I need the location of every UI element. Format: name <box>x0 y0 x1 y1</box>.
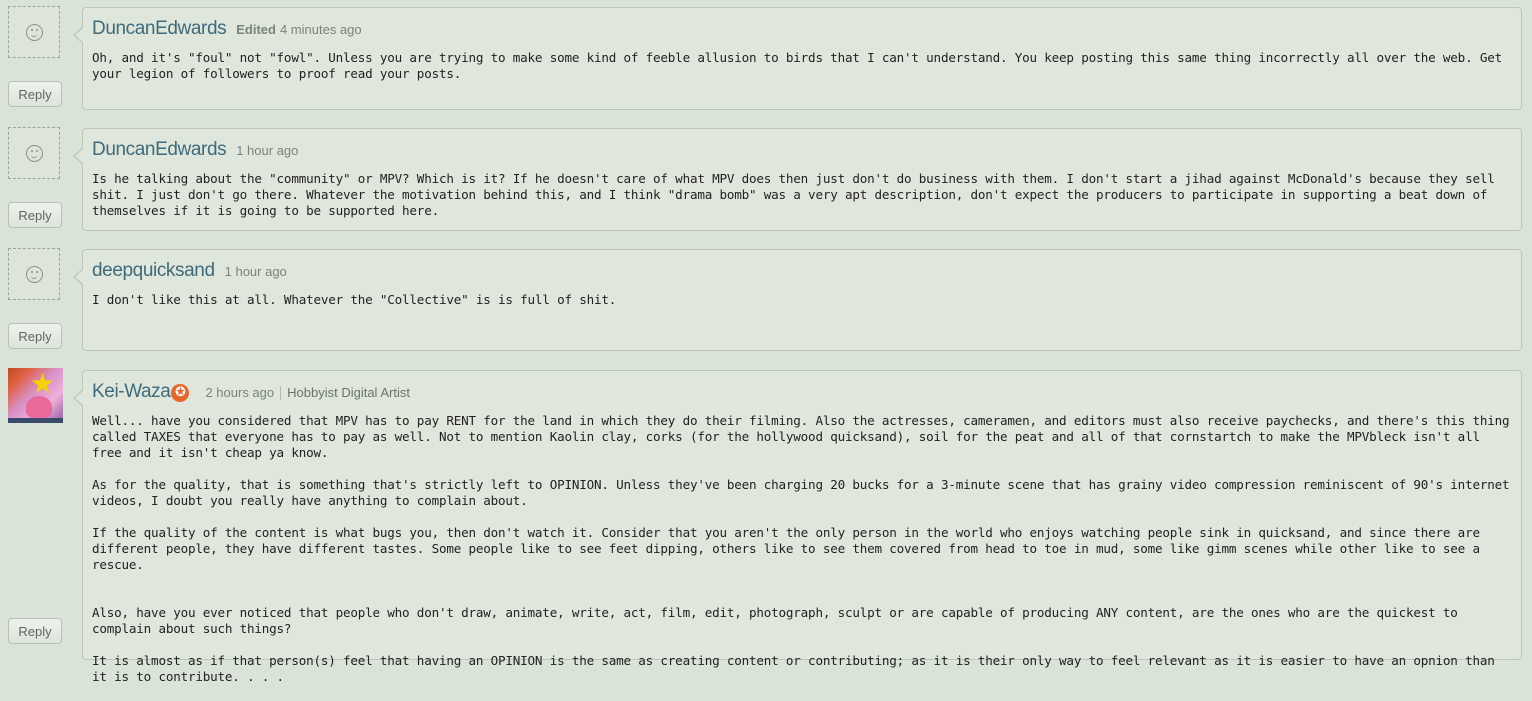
user-avatar[interactable]: ★ <box>8 368 63 423</box>
default-avatar[interactable] <box>8 248 60 300</box>
comment-body: I don't like this at all. Whatever the "… <box>92 292 1511 324</box>
comment-paragraph: As for the quality, that is something th… <box>92 477 1510 508</box>
username-link[interactable]: DuncanEdwards <box>92 139 227 160</box>
timestamp-link[interactable]: 2 hours ago <box>205 385 274 400</box>
timestamp-link[interactable]: 1 hour ago <box>236 143 298 158</box>
reply-button[interactable]: Reply <box>8 618 62 644</box>
hobbyist-badge-icon: ✪ <box>171 384 190 402</box>
comment-body: Is he talking about the "community" or M… <box>92 171 1511 235</box>
comment-bubble: Kei-Waza ✪ 2 hours ago Hobbyist Digital Art… <box>73 370 1522 684</box>
comment-paragraph: Oh, and it's "foul" not "fowl". Unless y… <box>92 50 1502 81</box>
edited-label: Edited <box>236 22 276 37</box>
default-avatar[interactable] <box>8 127 60 179</box>
smiley-face-icon <box>26 145 43 162</box>
comment-bubble: DuncanEdwards 1 hour ago Is he talking ab… <box>73 128 1522 231</box>
comment-bubble: DuncanEdwards Edited 4 minutes ago Oh, and… <box>73 7 1522 110</box>
comment-paragraph: Well... have you considered that MPV has… <box>92 413 1510 460</box>
comment-bubble: deepquicksand 1 hour ago I don't like thi… <box>73 249 1522 351</box>
default-avatar[interactable] <box>8 6 60 58</box>
timestamp-link[interactable]: 1 hour ago <box>225 264 287 279</box>
reply-button[interactable]: Reply <box>8 202 62 228</box>
comment-paragraph: If the quality of the content is what bu… <box>92 525 1480 572</box>
user-title: Hobbyist Digital Artist <box>287 385 410 400</box>
smiley-face-icon <box>26 266 43 283</box>
comment-paragraph: I don't like this at all. Whatever the "… <box>92 292 617 307</box>
divider <box>280 385 282 400</box>
comment-paragraph: Is he talking about the "community" or M… <box>92 171 1495 218</box>
reply-button[interactable]: Reply <box>8 81 62 107</box>
username-link[interactable]: deepquicksand <box>92 260 215 281</box>
star-icon: ★ <box>30 368 56 400</box>
comment-body: Oh, and it's "foul" not "fowl". Unless y… <box>92 50 1511 98</box>
comment-body: Well... have you considered that MPV has… <box>92 413 1511 701</box>
reply-button[interactable]: Reply <box>8 323 62 349</box>
timestamp-link[interactable]: 4 minutes ago <box>280 22 362 37</box>
smiley-face-icon <box>26 24 43 41</box>
username-link[interactable]: Kei-Waza <box>92 381 171 402</box>
username-link[interactable]: DuncanEdwards <box>92 18 227 39</box>
comment-paragraph: Also, have you ever noticed that people … <box>92 605 1458 636</box>
comment-paragraph: It is almost as if that person(s) feel t… <box>92 653 1495 684</box>
